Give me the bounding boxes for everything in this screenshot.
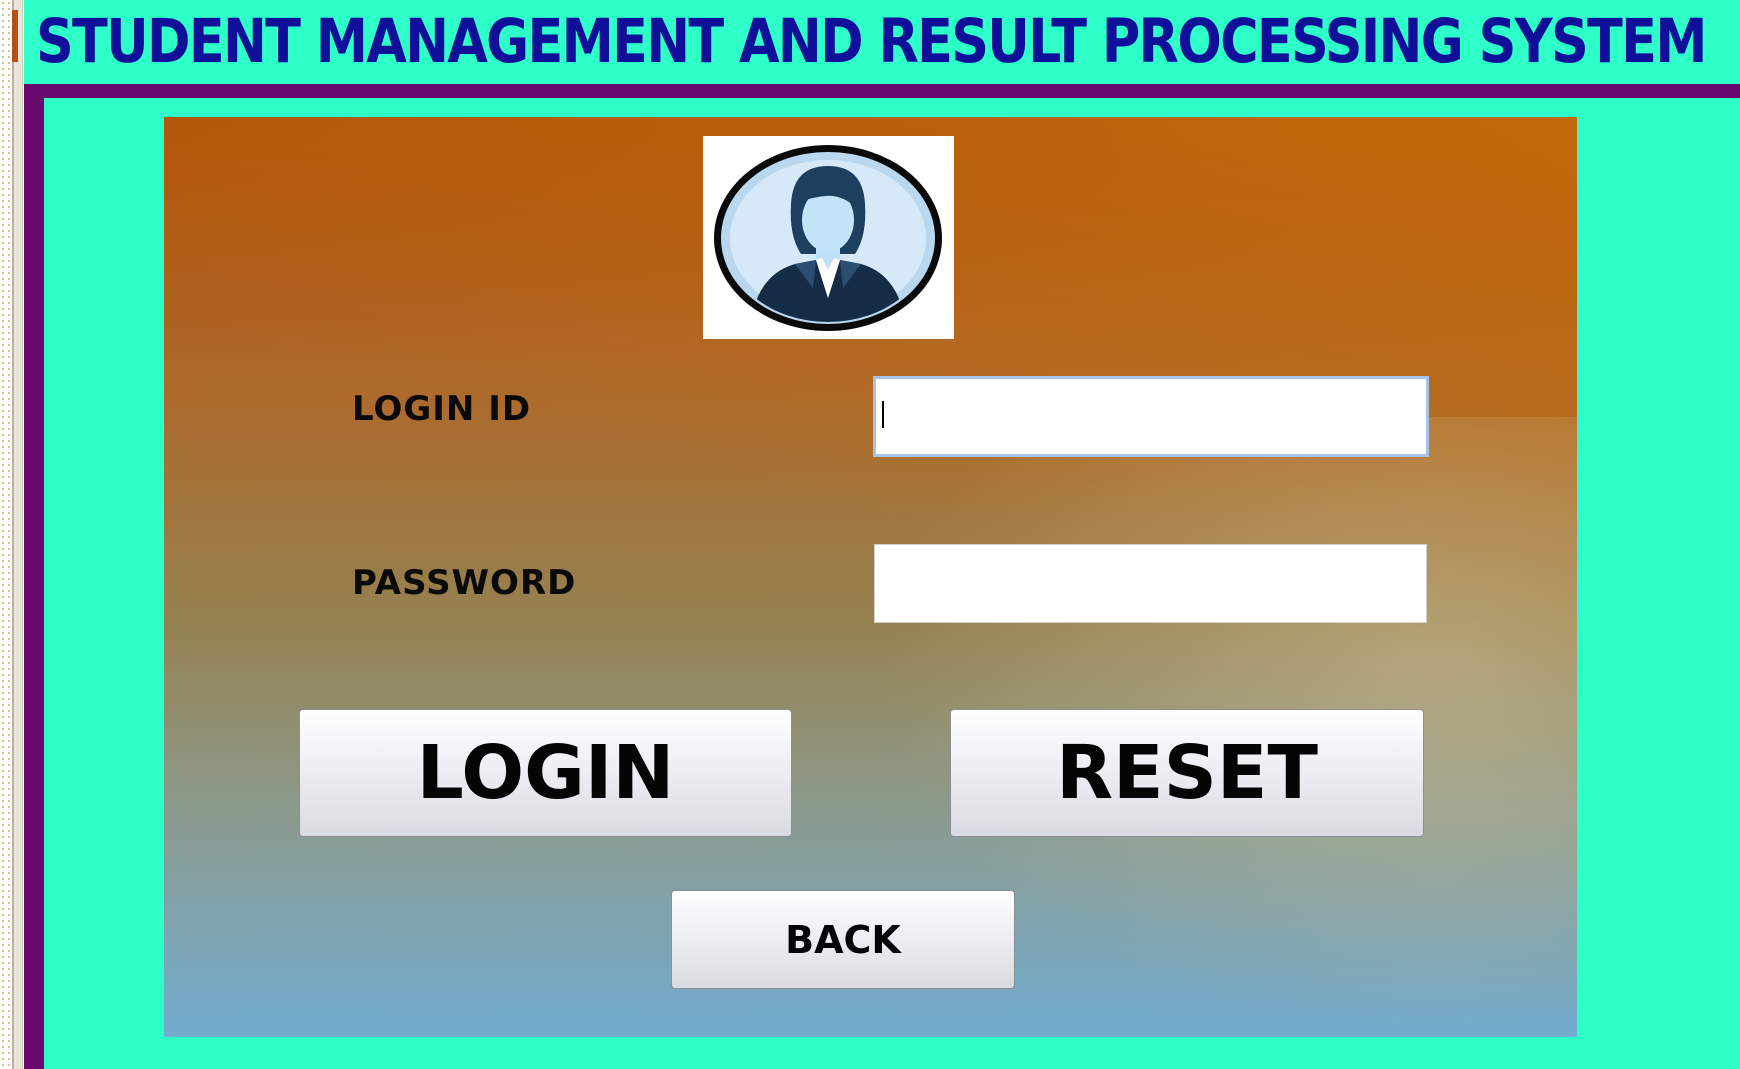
- frame-border-top: [24, 84, 1740, 98]
- designer-ruler: [12, 0, 23, 1069]
- login-button[interactable]: LOGIN: [299, 709, 792, 837]
- login-panel: LOGIN ID PASSWORD LOGIN RESET BACK: [164, 117, 1577, 1037]
- login-id-input[interactable]: [873, 376, 1429, 457]
- text-caret: [882, 401, 884, 428]
- frame-border-left: [24, 84, 44, 1069]
- login-id-label: LOGIN ID: [352, 389, 532, 429]
- app-title: STUDENT MANAGEMENT AND RESULT PROCESSING…: [36, 6, 1707, 77]
- female-user-avatar-icon: [703, 136, 954, 339]
- back-button[interactable]: BACK: [671, 890, 1015, 989]
- reset-button[interactable]: RESET: [950, 709, 1424, 837]
- password-label: PASSWORD: [352, 563, 577, 603]
- password-input[interactable]: [874, 544, 1427, 623]
- title-accent: [12, 10, 18, 62]
